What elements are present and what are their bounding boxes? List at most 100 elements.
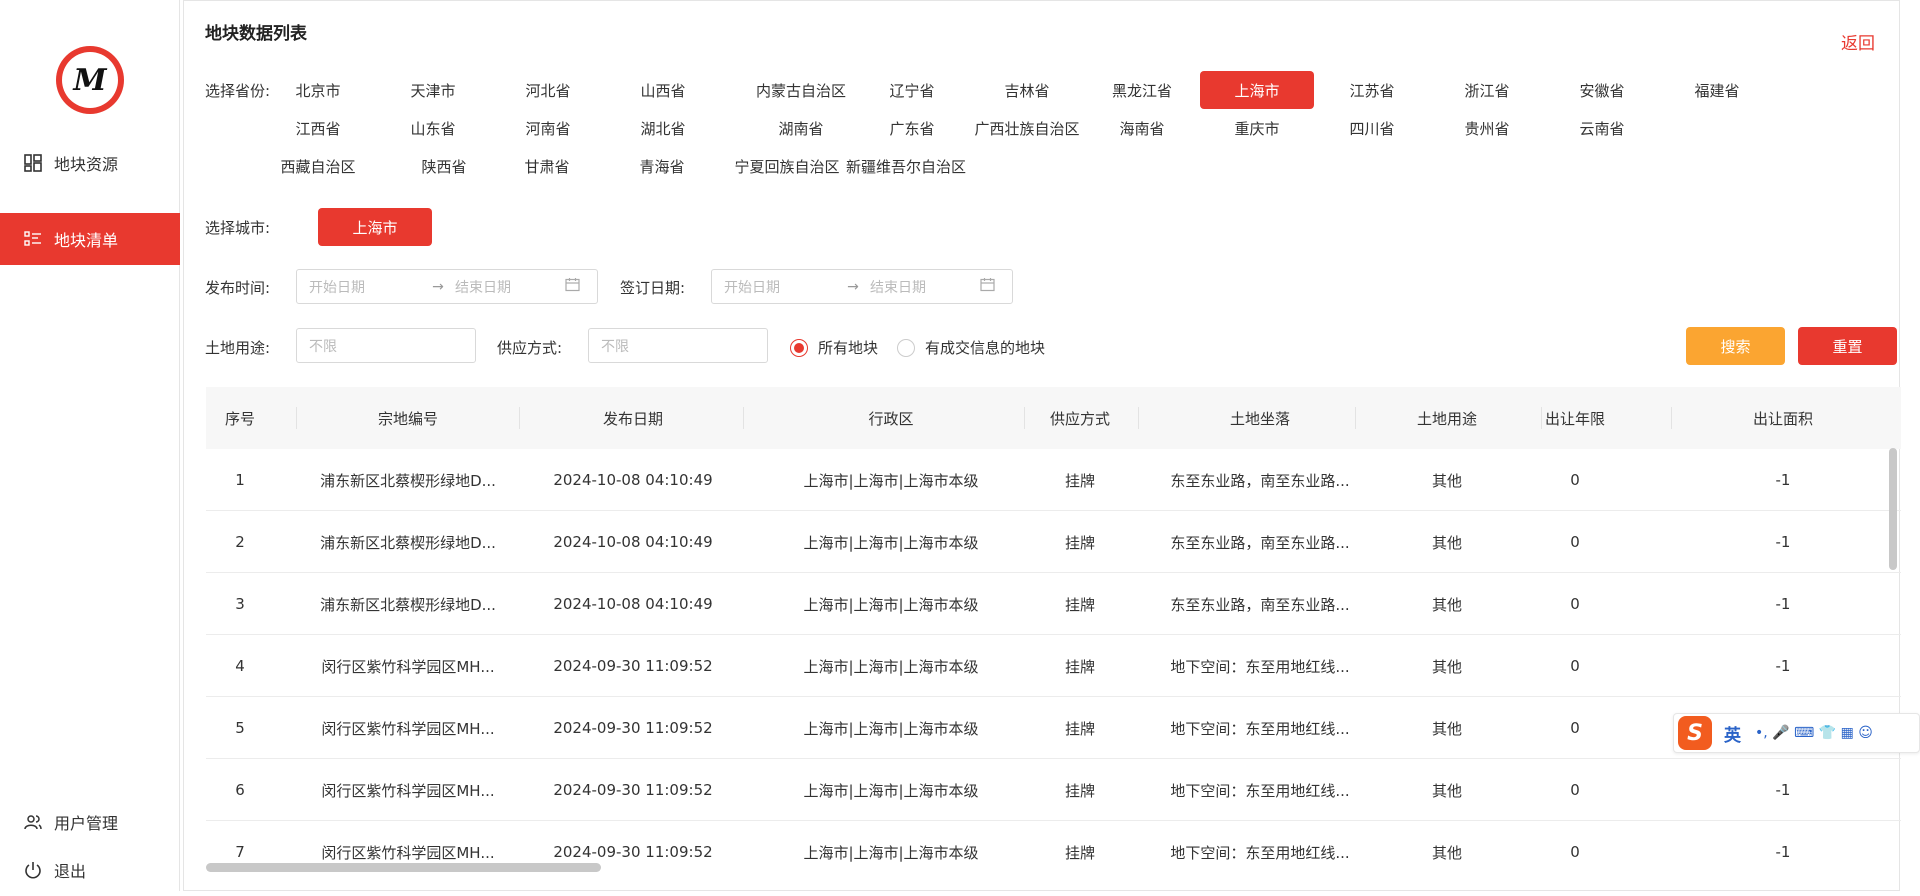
radio-label: 所有地块	[818, 339, 879, 357]
search-button[interactable]: 搜索	[1686, 327, 1785, 365]
province-option[interactable]: 四川省	[1315, 109, 1429, 147]
radio-deal-plots[interactable]: 有成交信息的地块	[897, 337, 1045, 358]
table-row[interactable]: 4 闵行区紫竹科学园区MH... 2024-09-30 11:09:52 上海市|上海…	[206, 635, 1901, 697]
province-option[interactable]: 上海市	[1200, 71, 1314, 109]
province-option[interactable]: 安徽省	[1545, 71, 1659, 109]
table-cell: 挂牌	[1064, 719, 1095, 738]
province-option[interactable]: 内蒙古自治区	[731, 71, 871, 109]
sidebar-item-land-list[interactable]: 地块清单	[0, 213, 180, 265]
column-divider[interactable]	[296, 407, 297, 429]
province-option[interactable]: 辽宁省	[855, 71, 969, 109]
column-divider[interactable]	[519, 407, 520, 429]
province-option[interactable]: 河北省	[491, 71, 605, 109]
province-option[interactable]: 天津市	[376, 71, 490, 109]
table-cell: 闵行区紫竹科学园区MH...	[321, 719, 495, 738]
column-header[interactable]: 出让面积	[1703, 387, 1863, 449]
province-option[interactable]: 河南省	[491, 109, 605, 147]
column-divider[interactable]	[743, 407, 744, 429]
city-option-selected[interactable]: 上海市	[318, 208, 432, 246]
land-table: 序号 宗地编号 发布日期 行政区 供应方式 土地坐落 土地用途 出让年限 出让面积 1 浦东新区北…	[206, 387, 1901, 872]
sidebar-item-land-resources[interactable]: 地块资源	[0, 137, 180, 189]
scroll-thumb[interactable]	[206, 863, 601, 872]
table-cell: -1	[1775, 533, 1791, 551]
grid-icon	[24, 154, 42, 172]
app-logo: M	[56, 46, 124, 114]
province-option[interactable]: 北京市	[261, 71, 375, 109]
table-cell: 2024-10-08 04:10:49	[553, 471, 713, 489]
start-date-input[interactable]: 开始日期	[309, 277, 421, 297]
calendar-icon[interactable]	[980, 277, 995, 296]
table-cell: 挂牌	[1064, 781, 1095, 800]
ime-toolbar[interactable]: S 英 •, 🎤 ⌨ 👕 ▦ ☺	[1673, 713, 1920, 753]
province-option[interactable]: 新疆维吾尔自治区	[826, 147, 986, 185]
table-cell: 地下空间：东至用地红线...	[1170, 719, 1350, 738]
column-header[interactable]: 发布日期	[553, 387, 713, 449]
column-divider[interactable]	[1541, 407, 1542, 429]
province-option[interactable]: 贵州省	[1430, 109, 1544, 147]
province-option[interactable]: 江苏省	[1315, 71, 1429, 109]
supply-method-label: 供应方式:	[497, 339, 563, 357]
province-option[interactable]: 海南省	[1085, 109, 1199, 147]
province-option[interactable]: 山东省	[376, 109, 490, 147]
table-row[interactable]: 2 浦东新区北蔡楔形绿地D... 2024-10-08 04:10:49 上海市|上海…	[206, 511, 1901, 573]
province-option[interactable]: 江西省	[261, 109, 375, 147]
table-cell: 挂牌	[1064, 595, 1095, 614]
province-option[interactable]: 青海省	[605, 147, 719, 185]
province-option[interactable]: 广西壮族自治区	[947, 109, 1107, 147]
sidebar-item-logout[interactable]: 退出	[0, 844, 180, 896]
province-option[interactable]: 湖南省	[744, 109, 858, 147]
users-icon	[24, 813, 42, 831]
table-row[interactable]: 6 闵行区紫竹科学园区MH... 2024-09-30 11:09:52 上海市|上海…	[206, 759, 1901, 821]
sidebar-item-label: 地块清单	[54, 231, 119, 250]
publish-time-label: 发布时间:	[205, 279, 271, 297]
province-option[interactable]: 黑龙江省	[1085, 71, 1199, 109]
table-cell: 上海市|上海市|上海市本级	[803, 781, 979, 800]
province-option[interactable]: 西藏自治区	[261, 147, 375, 185]
province-option[interactable]: 浙江省	[1430, 71, 1544, 109]
table-cell: 浦东新区北蔡楔形绿地D...	[320, 595, 496, 614]
start-date-input[interactable]: 开始日期	[724, 277, 836, 297]
radio-checked-icon	[790, 338, 808, 357]
province-option[interactable]: 陕西省	[387, 147, 501, 185]
province-option[interactable]: 吉林省	[970, 71, 1084, 109]
column-divider[interactable]	[1355, 407, 1356, 429]
ime-tool-icons[interactable]: •, 🎤 ⌨ 👕 ▦ ☺	[1755, 725, 1873, 741]
province-option[interactable]: 山西省	[606, 71, 720, 109]
column-divider[interactable]	[1671, 407, 1672, 429]
column-header[interactable]: 行政区	[811, 387, 971, 449]
column-divider[interactable]	[1138, 407, 1139, 429]
province-option[interactable]: 福建省	[1660, 71, 1774, 109]
sidebar-item-user-management[interactable]: 用户管理	[0, 796, 180, 848]
table-row[interactable]: 5 闵行区紫竹科学园区MH... 2024-09-30 11:09:52 上海市|上海…	[206, 697, 1901, 759]
province-option[interactable]: 云南省	[1545, 109, 1659, 147]
column-header[interactable]: 序号	[206, 387, 320, 449]
column-divider[interactable]	[1024, 407, 1025, 429]
land-use-select[interactable]: 不限	[296, 328, 476, 363]
province-option[interactable]: 湖北省	[606, 109, 720, 147]
scroll-thumb[interactable]	[1889, 448, 1897, 570]
table-cell: 挂牌	[1064, 657, 1095, 676]
column-header[interactable]: 出让年限	[1495, 387, 1655, 449]
end-date-input[interactable]: 结束日期	[870, 277, 980, 297]
back-link[interactable]: 返回	[1841, 29, 1875, 54]
table-cell: 东至东业路，南至东业路...	[1170, 533, 1350, 552]
table-row[interactable]: 3 浦东新区北蔡楔形绿地D... 2024-10-08 04:10:49 上海市|上海…	[206, 573, 1901, 635]
sign-date-range[interactable]: 开始日期 → 结束日期	[711, 269, 1013, 304]
ime-mode-toggle[interactable]: 英	[1724, 721, 1741, 746]
calendar-icon[interactable]	[565, 277, 580, 296]
horizontal-scrollbar[interactable]	[206, 861, 1901, 873]
sogou-logo-icon[interactable]: S	[1678, 716, 1712, 750]
province-option[interactable]: 甘肃省	[490, 147, 604, 185]
vertical-scrollbar[interactable]	[1888, 448, 1898, 878]
reset-button[interactable]: 重置	[1798, 327, 1897, 365]
arrow-right-icon: →	[847, 278, 859, 295]
publish-date-range[interactable]: 开始日期 → 结束日期	[296, 269, 598, 304]
column-header[interactable]: 宗地编号	[328, 387, 488, 449]
radio-all-plots[interactable]: 所有地块	[790, 337, 878, 358]
supply-method-select[interactable]: 不限	[588, 328, 768, 363]
table-row[interactable]: 1 浦东新区北蔡楔形绿地D... 2024-10-08 04:10:49 上海市|上海…	[206, 449, 1901, 511]
end-date-input[interactable]: 结束日期	[455, 277, 565, 297]
table-cell: -1	[1775, 471, 1791, 489]
column-header[interactable]: 土地坐落	[1180, 387, 1340, 449]
province-option[interactable]: 重庆市	[1200, 109, 1314, 147]
